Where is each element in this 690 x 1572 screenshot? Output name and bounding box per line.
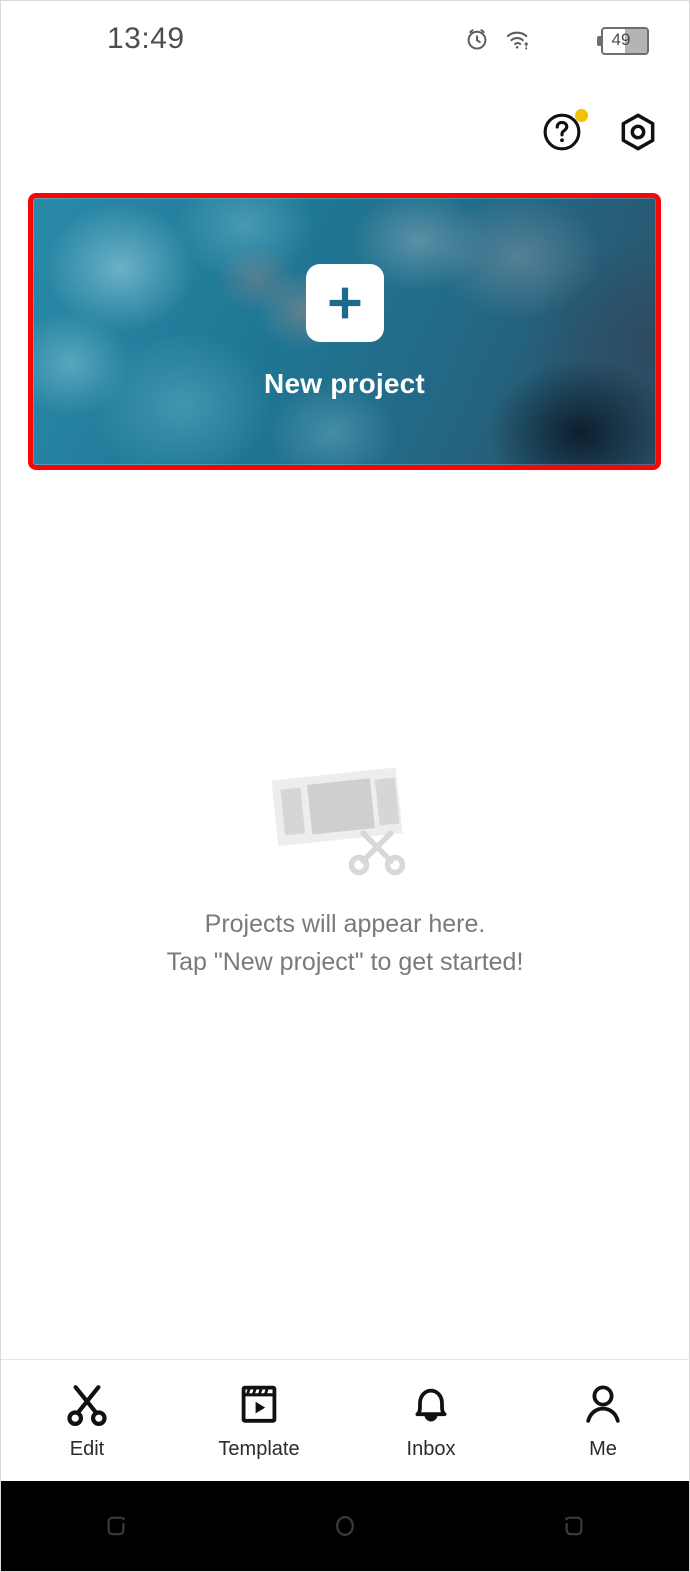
help-notification-badge [575,109,588,122]
status-bar-clock: 13:49 [107,22,185,55]
empty-state-line-2: Tap "New project" to get started! [166,948,524,976]
help-button[interactable] [539,109,588,155]
nav-item-template[interactable]: Template [173,1360,345,1481]
top-action-bar [539,109,661,155]
nav-label-edit: Edit [69,1438,105,1460]
status-bar: 13:49 49 [1,1,689,77]
wifi-icon [505,25,535,58]
nav-label-inbox: Inbox [406,1438,456,1460]
settings-button[interactable] [615,109,661,155]
back-icon [565,1516,583,1536]
battery-level-text: 49 [611,30,631,49]
battery-icon: 49 [597,27,651,55]
status-bar-icons [463,25,535,58]
nav-label-template: Template [218,1438,300,1460]
bell-icon [415,1388,447,1422]
empty-state: Projects will appear here. Tap "New proj… [1,751,689,981]
bottom-navigation-bar: Edit Template Inbox Me [1,1359,689,1481]
scissors-icon [67,1385,107,1426]
android-system-nav [1,1481,689,1571]
recents-icon [107,1516,125,1536]
recents-button[interactable] [76,1496,156,1556]
banner-content: New project [33,198,656,465]
home-circle-icon [336,1516,354,1536]
person-icon [586,1385,620,1423]
nav-item-edit[interactable]: Edit [1,1360,173,1481]
film-strip-scissors-icon [271,767,406,876]
nav-item-me[interactable]: Me [517,1360,689,1481]
alarm-icon [463,25,491,58]
empty-state-line-1: Projects will appear here. [204,910,486,938]
phone-screen: 13:49 49 New project Projects will appea… [0,0,690,1572]
nav-item-inbox[interactable]: Inbox [345,1360,517,1481]
clapperboard-play-icon [241,1385,277,1423]
hex-nut-settings-icon [621,113,655,151]
plus-icon [329,287,360,318]
new-project-label: New project [264,367,425,399]
home-button[interactable] [305,1496,385,1556]
new-project-banner[interactable]: New project [28,193,661,470]
nav-label-me: Me [589,1438,617,1460]
new-project-plus-button[interactable] [305,263,384,342]
back-button[interactable] [534,1496,614,1556]
